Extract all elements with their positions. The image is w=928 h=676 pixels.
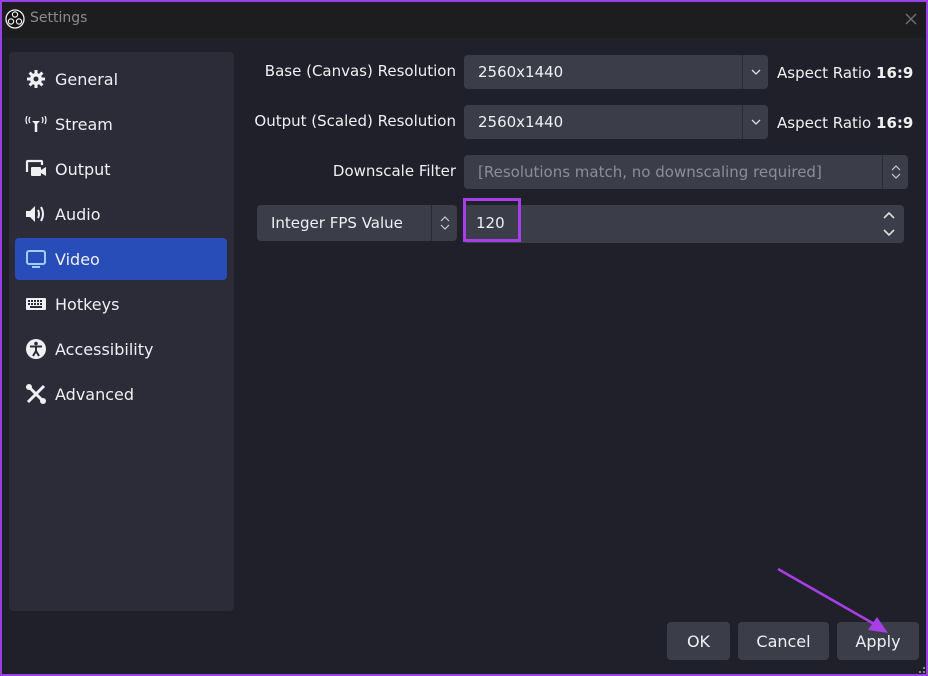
output-resolution-value: 2560x1440 bbox=[478, 113, 564, 131]
output-aspect-ratio: Aspect Ratio 16:9 bbox=[777, 114, 914, 132]
ok-button[interactable]: OK bbox=[667, 622, 730, 660]
gear-icon bbox=[25, 68, 47, 90]
settings-sidebar: General Stream Output Audio Video Hotkey… bbox=[9, 52, 234, 611]
updown-icon[interactable] bbox=[431, 205, 457, 241]
sidebar-item-audio[interactable]: Audio bbox=[15, 193, 227, 235]
sidebar-item-label: Video bbox=[55, 249, 100, 269]
fps-value-input[interactable] bbox=[463, 205, 904, 243]
tools-icon bbox=[25, 383, 47, 405]
title-bar: Settings bbox=[2, 2, 926, 38]
speaker-icon bbox=[25, 203, 47, 225]
sidebar-item-label: Audio bbox=[55, 204, 101, 224]
base-resolution-value: 2560x1440 bbox=[478, 63, 564, 81]
downscale-filter-label: Downscale Filter bbox=[332, 162, 456, 180]
close-icon[interactable] bbox=[902, 10, 920, 28]
base-aspect-ratio: Aspect Ratio 16:9 bbox=[777, 64, 914, 82]
updown-icon[interactable] bbox=[882, 155, 908, 189]
sidebar-item-stream[interactable]: Stream bbox=[15, 103, 227, 145]
antenna-icon bbox=[25, 113, 47, 135]
sidebar-item-video[interactable]: Video bbox=[15, 238, 227, 280]
output-resolution-label: Output (Scaled) Resolution bbox=[254, 112, 456, 130]
obs-logo-icon bbox=[5, 9, 25, 29]
accessibility-icon bbox=[25, 338, 47, 360]
base-resolution-combo[interactable]: 2560x1440 bbox=[464, 55, 768, 89]
sidebar-item-label: General bbox=[55, 69, 119, 89]
downscale-filter-value: [Resolutions match, no downscaling requi… bbox=[478, 163, 822, 181]
spinner-icon[interactable] bbox=[880, 208, 898, 240]
keyboard-icon bbox=[25, 293, 47, 315]
sidebar-item-label: Accessibility bbox=[55, 339, 154, 359]
fps-type-combo[interactable]: Integer FPS Value bbox=[257, 205, 457, 241]
sidebar-item-advanced[interactable]: Advanced bbox=[15, 373, 227, 415]
sidebar-item-general[interactable]: General bbox=[15, 58, 227, 100]
sidebar-item-label: Output bbox=[55, 159, 111, 179]
sidebar-item-label: Advanced bbox=[55, 384, 135, 404]
sidebar-item-label: Stream bbox=[55, 114, 113, 134]
apply-button[interactable]: Apply bbox=[837, 622, 919, 660]
chevron-down-icon[interactable] bbox=[742, 105, 768, 139]
sidebar-item-label: Hotkeys bbox=[55, 294, 120, 314]
sidebar-item-hotkeys[interactable]: Hotkeys bbox=[15, 283, 227, 325]
output-icon bbox=[25, 158, 47, 180]
output-resolution-combo[interactable]: 2560x1440 bbox=[464, 105, 768, 139]
fps-highlight-box bbox=[463, 198, 521, 242]
base-resolution-label: Base (Canvas) Resolution bbox=[264, 62, 456, 80]
window-title: Settings bbox=[30, 10, 88, 26]
monitor-icon bbox=[25, 248, 47, 270]
chevron-down-icon[interactable] bbox=[742, 55, 768, 89]
sidebar-item-accessibility[interactable]: Accessibility bbox=[15, 328, 227, 370]
downscale-filter-combo[interactable]: [Resolutions match, no downscaling requi… bbox=[464, 155, 908, 189]
resize-grip-icon[interactable] bbox=[918, 666, 926, 674]
cancel-button[interactable]: Cancel bbox=[738, 622, 829, 660]
sidebar-item-output[interactable]: Output bbox=[15, 148, 227, 190]
fps-type-value: Integer FPS Value bbox=[271, 214, 403, 232]
